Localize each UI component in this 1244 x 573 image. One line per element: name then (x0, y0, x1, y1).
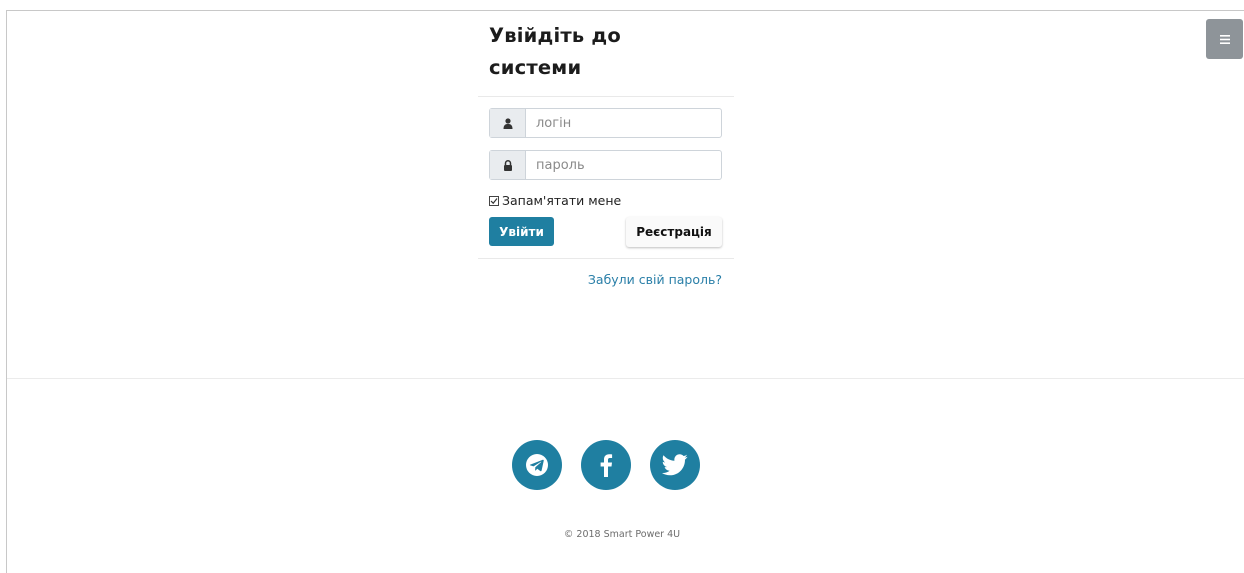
facebook-icon (599, 453, 613, 477)
login-title-line1: Увійдіть до (489, 24, 621, 47)
facebook-link[interactable] (581, 440, 631, 490)
remember-me-checkbox[interactable]: Запам'ятати мене (489, 193, 621, 208)
lock-icon (490, 151, 526, 179)
forgot-password-link[interactable]: Забули свій пароль? (588, 272, 722, 287)
twitter-icon (662, 454, 688, 476)
username-input[interactable] (526, 109, 721, 137)
password-field-group (489, 150, 722, 180)
user-icon (490, 109, 526, 137)
hamburger-menu-icon (1219, 34, 1230, 44)
buttons-divider (478, 258, 734, 259)
telegram-icon (524, 452, 550, 478)
login-title: Увійдіть до системи (478, 20, 734, 84)
title-divider (478, 96, 734, 97)
twitter-link[interactable] (650, 440, 700, 490)
copyright: © 2018 Smart Power 4U (563, 529, 681, 540)
social-links (512, 440, 700, 490)
checkbox-checked-icon[interactable] (489, 195, 499, 206)
login-button[interactable]: Увійти (489, 217, 554, 246)
footer-divider (7, 378, 1244, 379)
login-title-line2: системи (489, 56, 582, 79)
remember-me-label: Запам'ятати мене (502, 193, 622, 208)
login-form: Увійдіть до системи Запам'ятати мене (478, 20, 734, 287)
menu-button[interactable] (1206, 19, 1243, 59)
username-field-group (489, 108, 722, 138)
register-button[interactable]: Реєстрація (626, 217, 722, 247)
telegram-link[interactable] (512, 440, 562, 490)
password-input[interactable] (526, 151, 721, 179)
